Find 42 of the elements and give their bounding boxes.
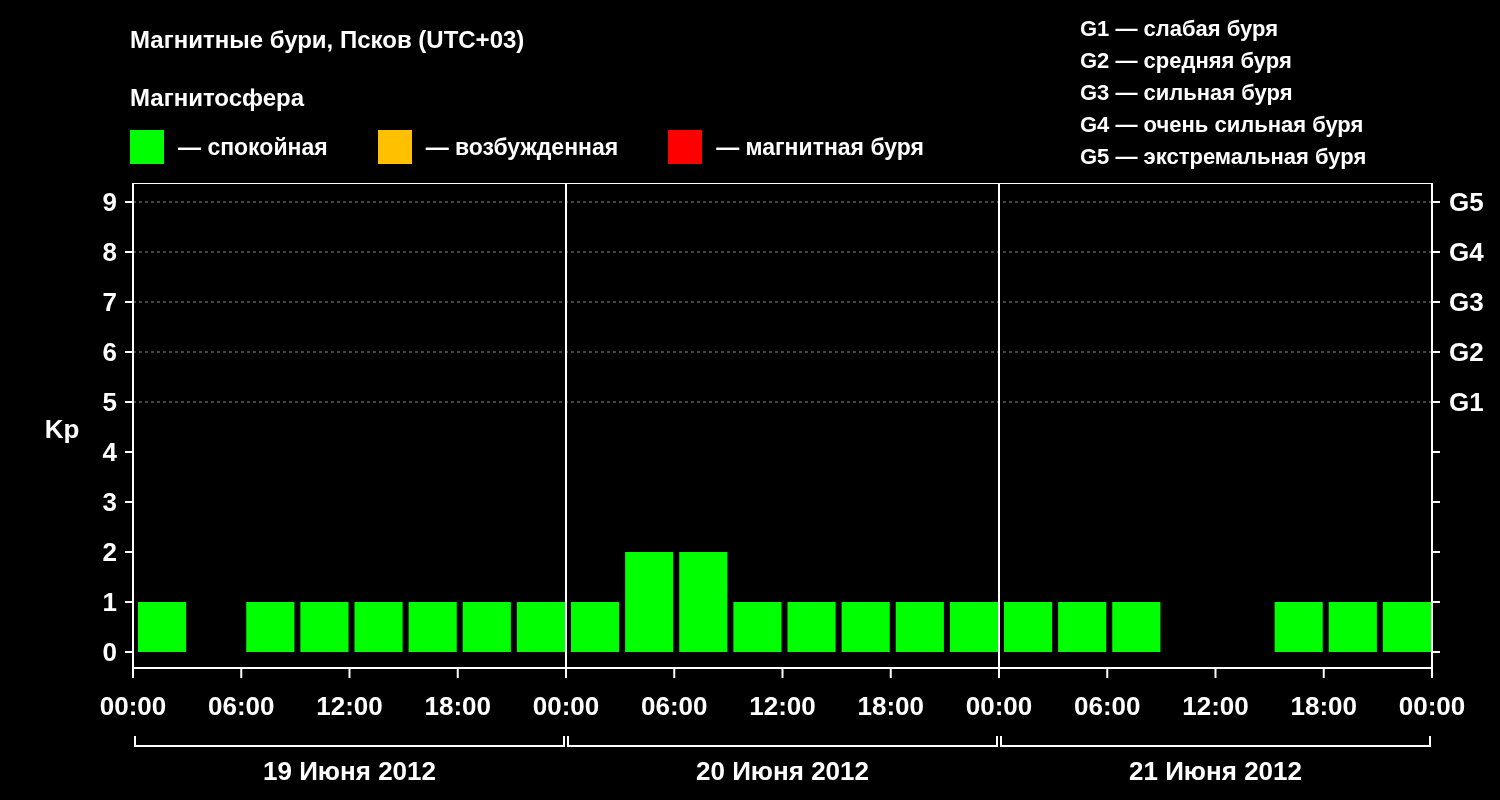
legend-title: Магнитосфера <box>130 83 306 113</box>
x-tick-label: 06:00 <box>208 691 275 721</box>
x-tick-label: 18:00 <box>1290 691 1357 721</box>
x-tick-label: 06:00 <box>1074 691 1141 721</box>
day-label: 20 Июня 2012 <box>696 756 869 786</box>
storm-level-text: G4 — очень сильная буря <box>1080 111 1365 139</box>
x-tick-label: 12:00 <box>749 691 816 721</box>
y-tick-label: 5 <box>102 387 117 417</box>
day-label: 19 Июня 2012 <box>263 756 436 786</box>
legend-label: — магнитная буря <box>716 133 924 161</box>
storm-level-text: G3 — сильная буря <box>1080 79 1294 107</box>
legend-label: — возбужденная <box>425 133 619 161</box>
legend-label: — спокойная <box>178 133 328 161</box>
x-tick-label: 00:00 <box>1398 691 1466 721</box>
x-tick-label: 18:00 <box>424 691 491 721</box>
x-tick-label: 18:00 <box>857 691 924 721</box>
x-tick-label: 12:00 <box>1182 691 1249 721</box>
storm-tick-label: G3 <box>1449 287 1484 317</box>
x-tick-label: 06:00 <box>641 691 708 721</box>
storm-tick-label: G1 <box>1449 387 1484 417</box>
y-tick-label: 4 <box>102 437 117 467</box>
day-label: 21 Июня 2012 <box>1129 756 1302 786</box>
storm-level-text: G5 — экстремальная буря <box>1080 143 1367 171</box>
storm-level-text: G2 — средняя буря <box>1080 47 1293 75</box>
y-tick-label: 0 <box>102 637 117 667</box>
x-tick-label: 00:00 <box>99 691 167 721</box>
y-tick-label: 6 <box>102 337 117 367</box>
y-axis-label: Kp <box>44 414 80 444</box>
y-tick-label: 8 <box>102 237 117 267</box>
y-tick-label: 7 <box>102 287 117 317</box>
x-tick-label: 00:00 <box>965 691 1033 721</box>
storm-tick-label: G5 <box>1449 187 1484 217</box>
y-tick-label: 9 <box>102 187 117 217</box>
x-tick-label: 00:00 <box>532 691 600 721</box>
y-tick-label: 3 <box>102 487 117 517</box>
storm-level-text: G1 — слабая буря <box>1080 15 1280 43</box>
storm-tick-label: G4 <box>1449 237 1484 267</box>
chart-title: Магнитные бури, Псков (UTC+03) <box>130 25 526 55</box>
storm-tick-label: G2 <box>1449 337 1484 367</box>
y-tick-label: 1 <box>102 587 117 617</box>
x-tick-label: 12:00 <box>316 691 383 721</box>
y-tick-label: 2 <box>102 537 117 567</box>
